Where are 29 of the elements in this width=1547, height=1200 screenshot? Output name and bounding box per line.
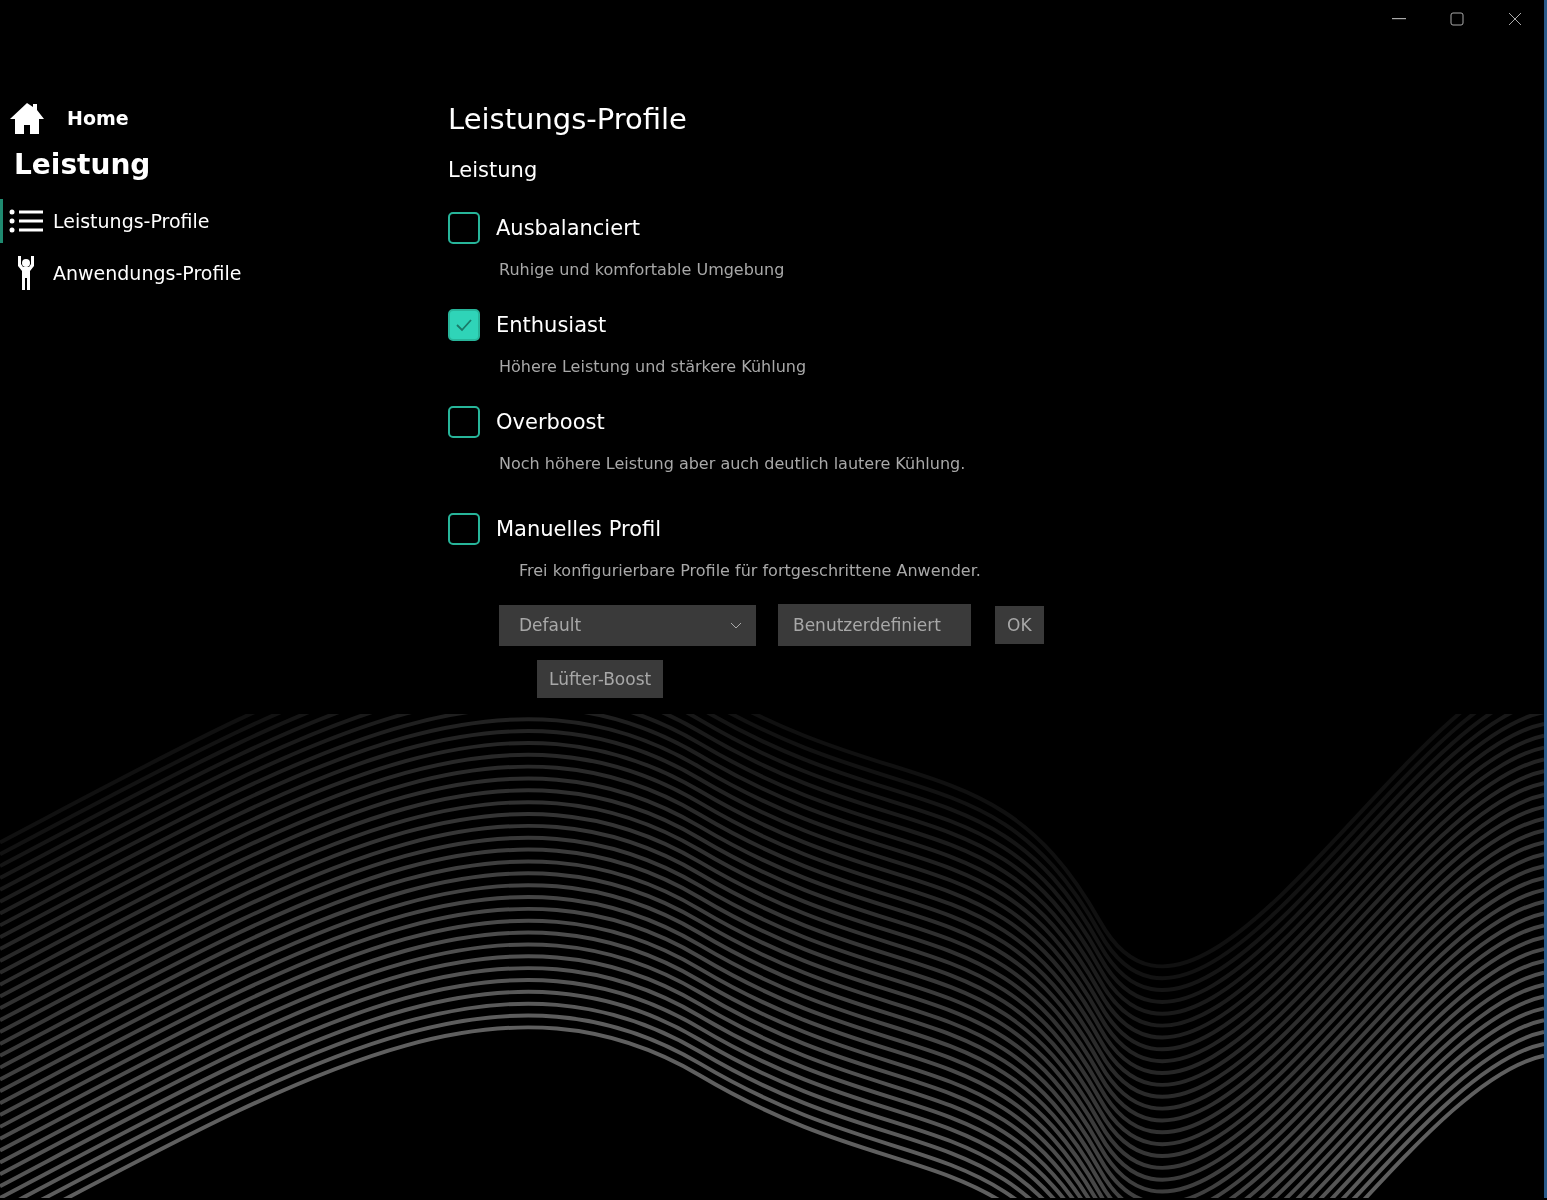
close-icon — [1508, 12, 1522, 26]
profile-dropdown[interactable]: Default — [499, 604, 756, 646]
page-title: Leistungs-Profile — [448, 102, 688, 136]
option-label: Manuelles Profil — [496, 517, 662, 541]
option-description: Höhere Leistung und stärkere Kühlung — [499, 357, 808, 376]
section-subtitle: Leistung — [448, 158, 539, 182]
list-icon — [9, 209, 43, 233]
option-description: Noch höhere Leistung aber auch deutlich lautere Kühlung. — [499, 454, 967, 473]
option-label: Overboost — [496, 410, 605, 434]
minimize-icon — [1392, 18, 1406, 20]
fan-boost-button[interactable]: Lüfter-Boost — [537, 660, 664, 698]
option-label: Enthusiast — [496, 313, 607, 337]
option-description: Ruhige und komfortable Umgebung — [499, 260, 786, 279]
option-label: Ausbalanciert — [496, 216, 640, 240]
checkbox[interactable] — [448, 513, 480, 545]
nav-item[interactable]: Anwendungs-Profile — [0, 251, 448, 295]
section-heading: Leistung — [13, 148, 152, 181]
checkbox[interactable] — [448, 309, 480, 341]
maximize-icon — [1450, 12, 1464, 26]
checkbox[interactable] — [448, 212, 480, 244]
checkmark-icon — [455, 318, 473, 332]
option-description: Frei konfigurierbare Profile für fortgeschrittene Anwender. — [519, 561, 982, 580]
profile-name-field[interactable]: Benutzerdefiniert — [778, 604, 971, 646]
home-icon[interactable] — [9, 102, 45, 134]
chevron-down-icon — [730, 621, 742, 629]
home-link[interactable]: Home — [67, 107, 129, 129]
nav-item[interactable]: Leistungs-Profile — [0, 199, 448, 243]
ok-button[interactable]: OK — [995, 606, 1044, 644]
checkbox[interactable] — [448, 406, 480, 438]
